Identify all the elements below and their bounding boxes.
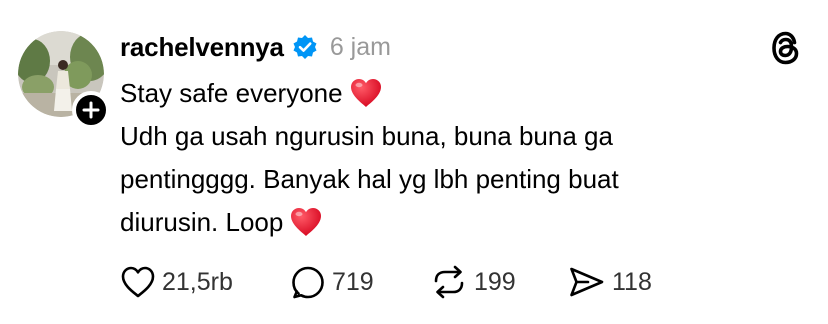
reply-count: 719: [332, 267, 374, 296]
like-button[interactable]: 21,5rb: [120, 265, 290, 299]
plus-icon: [82, 101, 100, 119]
author-avatar-wrap[interactable]: [18, 31, 110, 129]
heart-icon: [121, 266, 155, 298]
post-text: Stay safe everyone Udh ga usah ngurusin …: [120, 72, 780, 244]
threads-logo-icon[interactable]: [768, 28, 804, 68]
verified-badge-icon: [293, 35, 317, 59]
timestamp: 6 jam: [329, 32, 391, 61]
post-actions: 21,5rb 719 199 118: [120, 262, 688, 302]
post-line-2: Udh ga usah ngurusin buna, buna buna ga: [120, 115, 780, 158]
red-heart-emoji-icon: [350, 79, 381, 107]
username[interactable]: rachelvennya: [120, 32, 284, 63]
follow-button[interactable]: [72, 91, 110, 129]
reply-button[interactable]: 719: [290, 264, 430, 300]
post-line-text: pentingggg. Banyak hal yg lbh penting bu…: [120, 164, 619, 194]
share-button[interactable]: 118: [568, 265, 688, 299]
repost-icon: [434, 265, 464, 299]
speech-bubble-icon: [292, 266, 324, 299]
share-count: 118: [612, 267, 652, 296]
repost-button[interactable]: 199: [430, 264, 568, 300]
like-count: 21,5rb: [162, 267, 233, 296]
post-line-4: diurusin. Loop: [120, 201, 780, 244]
repost-count: 199: [474, 267, 516, 296]
post-line-text: Stay safe everyone: [120, 78, 343, 108]
post-line-3: pentingggg. Banyak hal yg lbh penting bu…: [120, 158, 780, 201]
red-heart-emoji-icon: [291, 208, 322, 236]
post-line-1: Stay safe everyone: [120, 72, 780, 115]
post-line-text: diurusin. Loop: [120, 207, 284, 237]
send-icon: [570, 267, 604, 297]
post-header: rachelvennya 6 jam: [120, 28, 391, 66]
post-line-text: Udh ga usah ngurusin buna, buna buna ga: [120, 121, 613, 151]
